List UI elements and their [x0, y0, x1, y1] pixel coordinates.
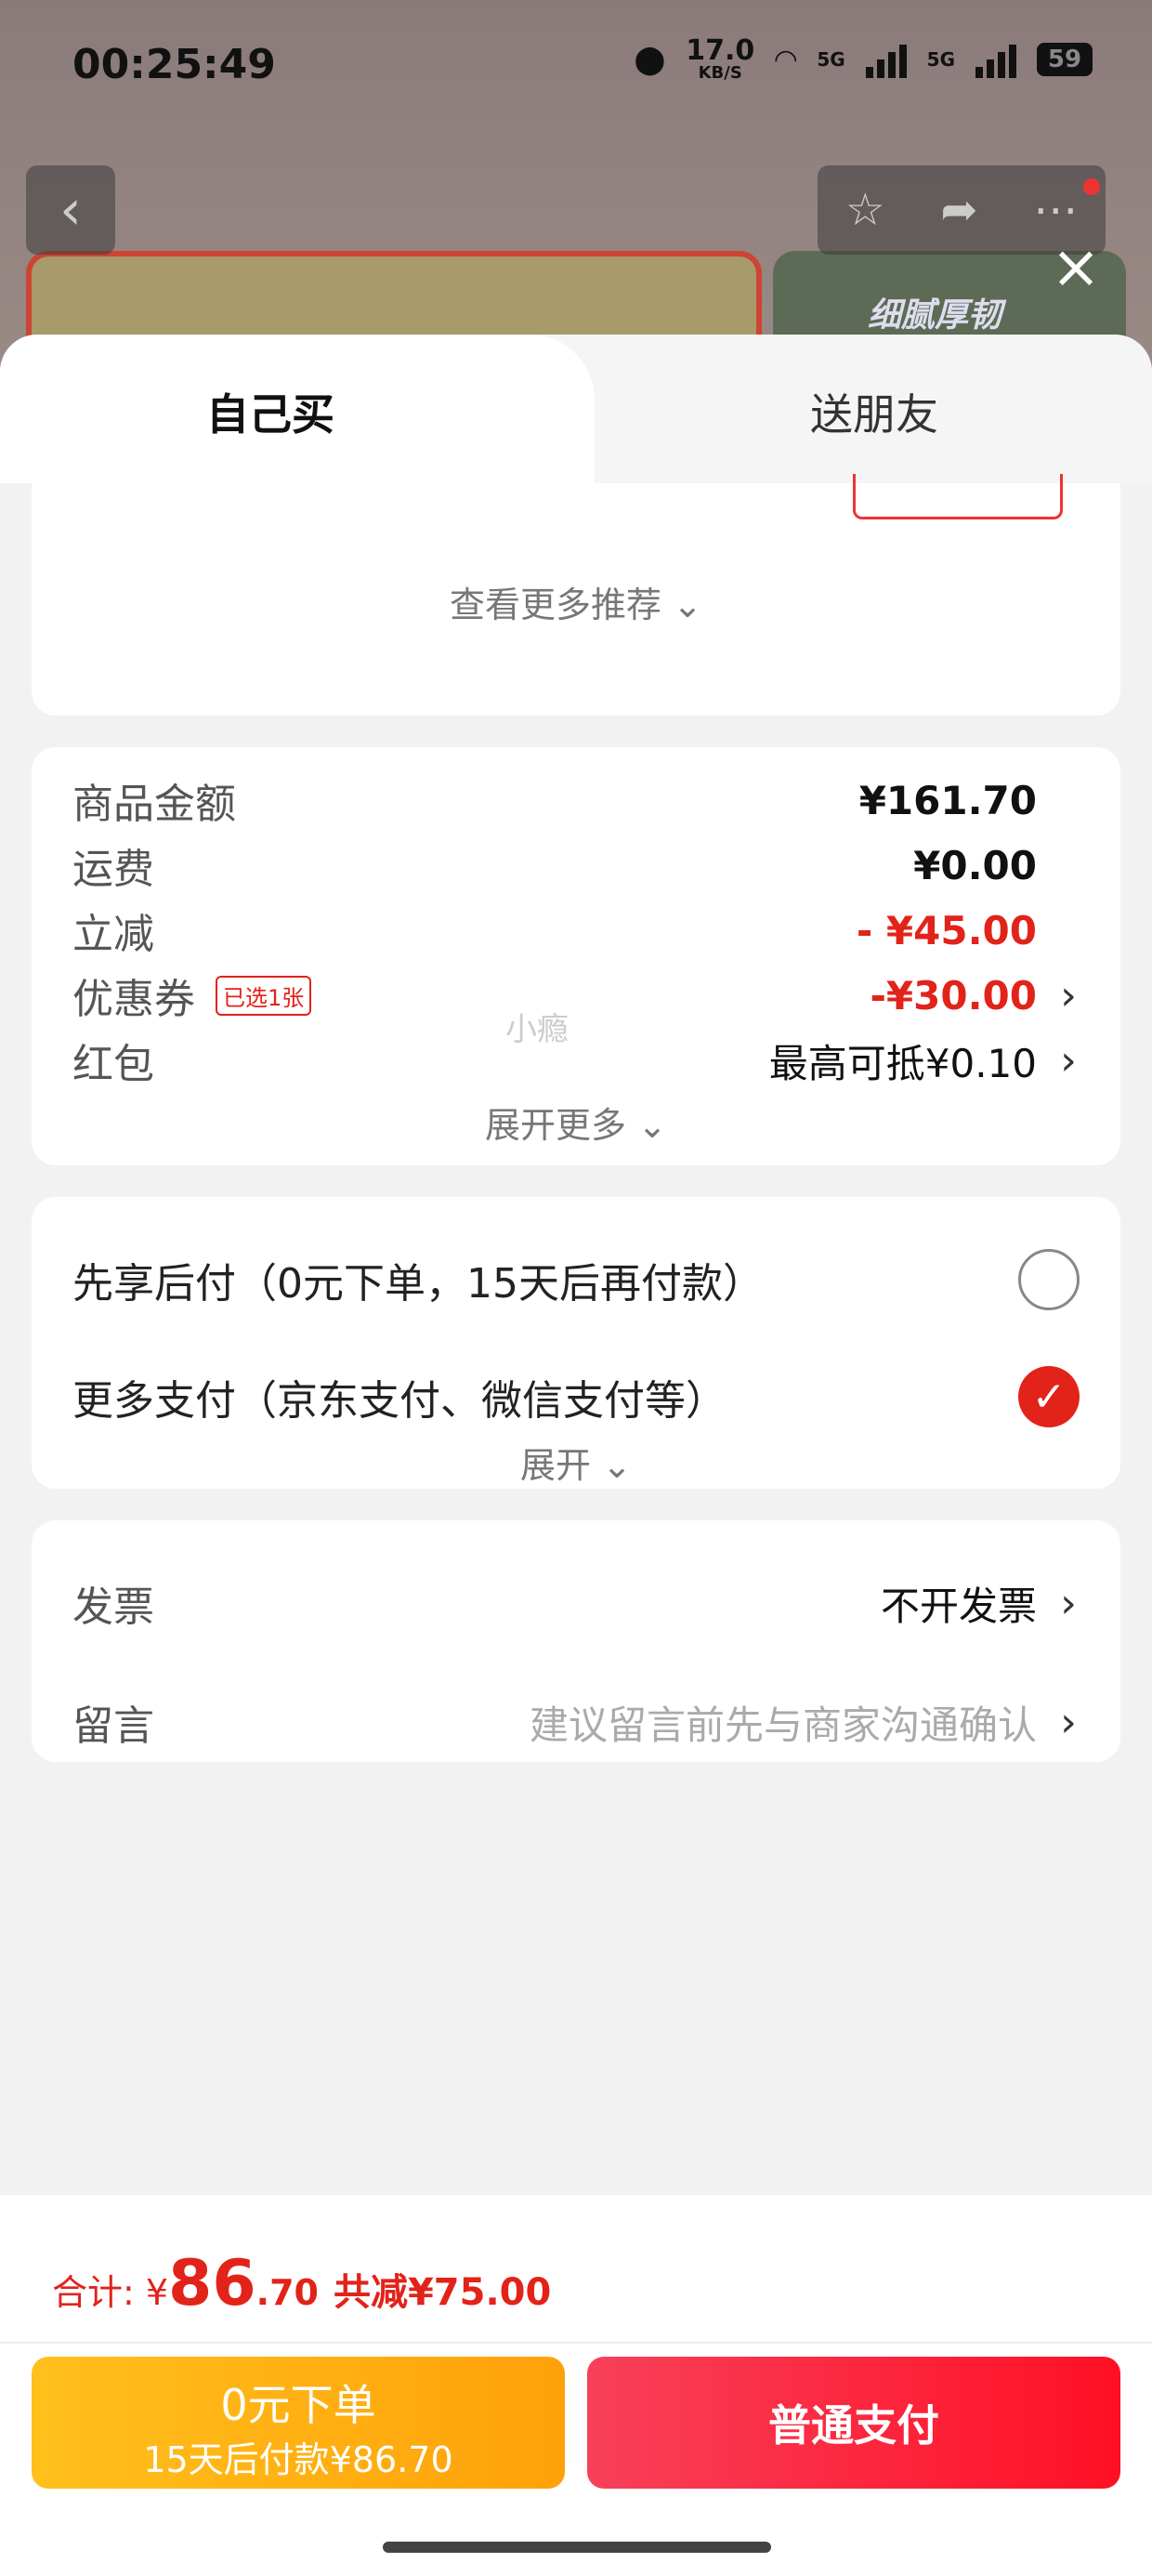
row-redpacket[interactable]: 红包 最高可抵¥0.10 ›: [72, 1028, 1080, 1093]
total-saved: 共减¥75.00: [333, 2271, 552, 2314]
extras-card: 发票 不开发票 › 留言 建议留言前先与商家沟通确认 ›: [32, 1520, 1120, 1762]
status-icons: ⬤ 17.0 KB/S ◠ 5G 5G 59: [635, 37, 1093, 82]
discount-label: 立减: [72, 911, 154, 958]
zero-yuan-order-button[interactable]: 0元下单 15天后付款¥86.70: [32, 2357, 565, 2489]
back-button[interactable]: ‹: [26, 165, 115, 255]
chevron-right-icon: ›: [1060, 1698, 1077, 1746]
net1-label: 5G: [817, 48, 845, 71]
location-icon: ⬤: [634, 43, 666, 76]
coupon-value: -¥30.00: [870, 972, 1037, 1019]
status-time: 00:25:49: [72, 41, 276, 88]
tab-buy-self-label: 自己买: [206, 389, 334, 440]
row-goods-amount: 商品金额 ¥161.70: [72, 768, 1080, 833]
invoice-value: 不开发票: [880, 1583, 1037, 1629]
battery-icon: 59: [1037, 43, 1093, 76]
amounts-card: 商品金额 ¥161.70 运费 ¥0.00 立减 - ¥45.00 优惠券 已选…: [32, 747, 1120, 1165]
tab-gift-friend[interactable]: 送朋友: [595, 335, 1152, 483]
total-decimal: .70: [255, 2272, 319, 2313]
normal-pay-label: 普通支付: [768, 2400, 939, 2451]
row-discount: 立减 - ¥45.00: [72, 898, 1080, 963]
payment-card: 先享后付（0元下单，15天后再付款） 更多支付（京东支付、微信支付等） ✓ 展开…: [32, 1197, 1120, 1489]
expand-payment-button[interactable]: 展开 ⌄: [32, 1437, 1120, 1488]
total-label: 合计:: [52, 2272, 135, 2313]
row-coupon[interactable]: 优惠券 已选1张 -¥30.00 ›: [72, 963, 1080, 1028]
net2-label: 5G: [926, 48, 955, 71]
view-more-recommend-label: 查看更多推荐: [450, 585, 662, 625]
recommend-card: 查看更多推荐 ⌄: [32, 474, 1120, 716]
signal-icon: [865, 41, 907, 78]
goods-amount-value: ¥161.70: [858, 777, 1037, 823]
goods-amount-label: 商品金额: [72, 781, 236, 828]
chevron-right-icon: ›: [1060, 971, 1077, 1019]
chevron-right-icon: ›: [1060, 1579, 1077, 1627]
total-summary: 合计: ¥ 86 .70 共减¥75.00: [52, 2247, 551, 2320]
notification-dot: [1083, 178, 1100, 195]
chevron-down-icon: ⌄: [637, 1105, 667, 1146]
star-icon[interactable]: ☆: [845, 184, 885, 236]
expand-payment-label: 展开: [520, 1445, 592, 1486]
row-shipping: 运费 ¥0.00: [72, 833, 1080, 898]
tab-buy-self[interactable]: 自己买: [0, 335, 595, 483]
divider: [0, 2342, 1152, 2344]
shipping-value: ¥0.00: [913, 842, 1037, 888]
speed-unit: KB/S: [698, 63, 742, 83]
expand-more-button[interactable]: 展开更多 ⌄: [32, 1097, 1120, 1148]
invoice-label: 发票: [72, 1584, 154, 1631]
zero-yuan-order-sub: 15天后付款¥86.70: [143, 2439, 453, 2480]
checkmark-icon[interactable]: ✓: [1018, 1366, 1080, 1427]
chevron-down-icon: ⌄: [673, 585, 702, 625]
pay-option-more[interactable]: 更多支付（京东支付、微信支付等） ✓: [72, 1364, 1080, 1429]
recommend-buy-button[interactable]: [853, 474, 1063, 519]
home-indicator[interactable]: [383, 2542, 771, 2553]
tab-bar: 送朋友 自己买: [0, 335, 1152, 483]
expand-more-label: 展开更多: [485, 1105, 627, 1146]
share-icon[interactable]: ➦: [940, 184, 977, 236]
chevron-right-icon: ›: [1060, 1036, 1077, 1084]
signal-icon-2: [975, 41, 1016, 78]
pay-option-later[interactable]: 先享后付（0元下单，15天后再付款）: [72, 1247, 1080, 1312]
view-more-recommend[interactable]: 查看更多推荐 ⌄: [32, 576, 1120, 627]
shipping-label: 运费: [72, 846, 154, 893]
close-icon[interactable]: ×: [1048, 238, 1104, 297]
discount-value: - ¥45.00: [856, 907, 1037, 953]
chevron-down-icon: ⌄: [602, 1445, 632, 1486]
pay-option-more-label: 更多支付（京东支付、微信支付等）: [72, 1377, 727, 1425]
message-placeholder[interactable]: 建议留言前先与商家沟通确认: [530, 1694, 1037, 1751]
redpacket-label: 红包: [72, 1041, 154, 1088]
coupon-badge: 已选1张: [216, 975, 312, 1016]
radio-unchecked[interactable]: [1018, 1249, 1080, 1310]
normal-pay-button[interactable]: 普通支付: [587, 2357, 1120, 2489]
product-right-text: 细腻厚韧: [868, 296, 1002, 335]
chevron-left-icon: ‹: [59, 177, 82, 243]
speed-value: 17.0: [686, 34, 755, 67]
zero-yuan-order-label: 0元下单: [220, 2380, 376, 2430]
tab-gift-friend-label: 送朋友: [810, 389, 938, 440]
status-bar: 00:25:49 ⬤ 17.0 KB/S ◠ 5G 5G 59: [0, 0, 1152, 139]
coupon-label: 优惠券: [72, 976, 195, 1023]
row-message[interactable]: 留言 建议留言前先与商家沟通确认 ›: [72, 1689, 1080, 1755]
pay-option-later-label: 先享后付（0元下单，15天后再付款）: [72, 1260, 764, 1308]
network-speed: 17.0 KB/S: [686, 37, 754, 82]
total-integer: 86: [168, 2247, 256, 2320]
more-icon[interactable]: ⋯: [1033, 184, 1078, 236]
message-label: 留言: [72, 1702, 154, 1750]
checkout-bottom-bar: 合计: ¥ 86 .70 共减¥75.00 0元下单 15天后付款¥86.70 …: [0, 2195, 1152, 2576]
redpacket-value: 最高可抵¥0.10: [768, 1040, 1037, 1086]
wifi-icon: ◠: [775, 43, 797, 76]
row-invoice[interactable]: 发票 不开发票 ›: [72, 1571, 1080, 1636]
total-currency: ¥: [145, 2272, 168, 2313]
